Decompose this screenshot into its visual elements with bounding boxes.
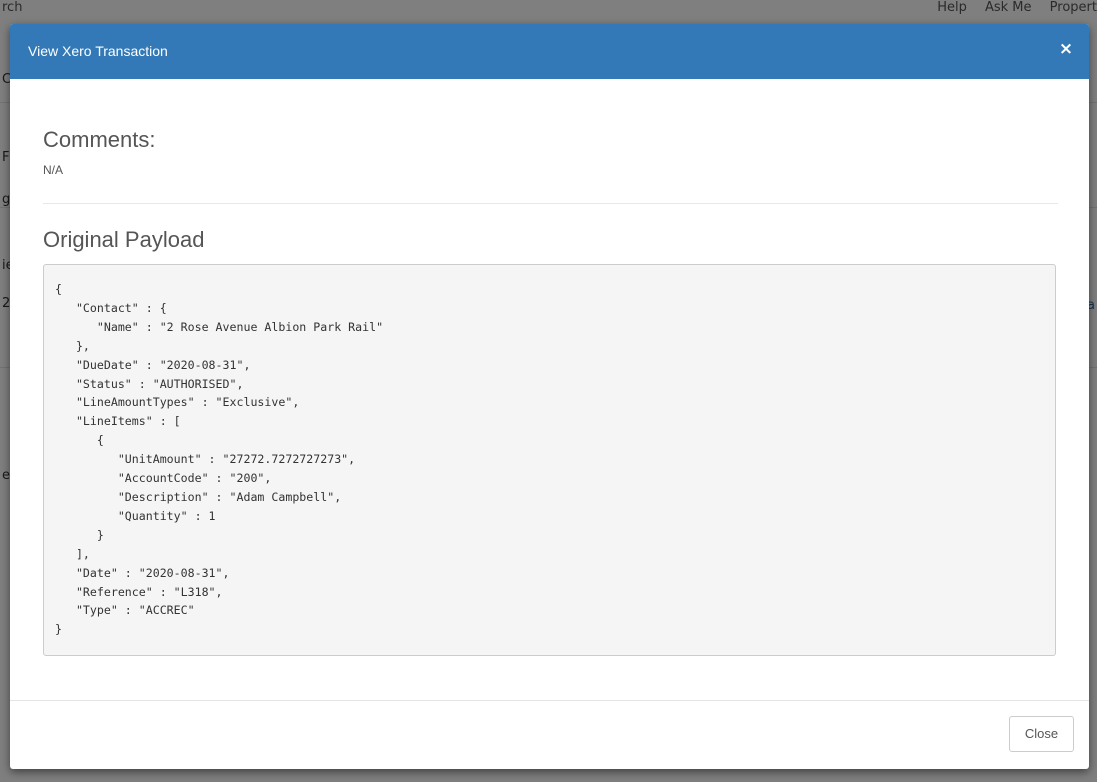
comments-heading: Comments:: [43, 127, 156, 152]
section-divider: [43, 203, 1058, 204]
close-icon[interactable]: ×: [1057, 38, 1075, 60]
modal-title: View Xero Transaction: [28, 43, 168, 59]
modal-header: View Xero Transaction ×: [10, 24, 1089, 79]
modal-footer-divider: [10, 700, 1089, 701]
view-xero-transaction-modal: View Xero Transaction × Comments: N/A Or…: [10, 24, 1089, 769]
original-payload-heading: Original Payload: [43, 227, 205, 252]
close-button[interactable]: Close: [1009, 716, 1074, 752]
comments-value: N/A: [43, 163, 64, 177]
original-payload-code: { "Contact" : { "Name" : "2 Rose Avenue …: [43, 264, 1056, 656]
